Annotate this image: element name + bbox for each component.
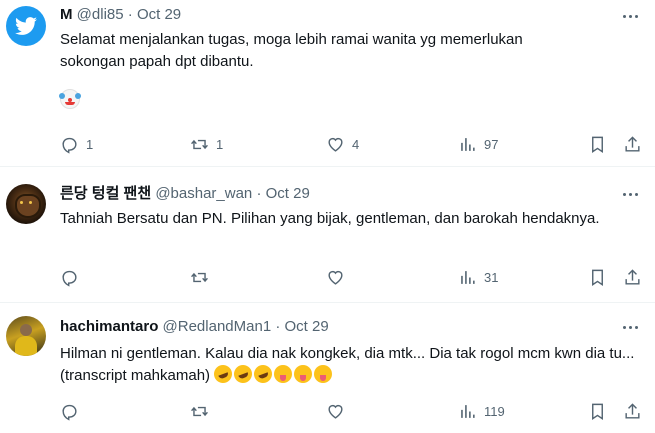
tweet-header: M @dli85 · Oct 29 <box>60 5 181 25</box>
retweet-icon <box>191 406 208 416</box>
tweet-actions: 119 <box>60 400 645 422</box>
tweet-2[interactable]: 른당 텅컬 팬챈 @bashar_wan · Oct 29 Tahniah Be… <box>0 167 655 302</box>
more-options-icon[interactable] <box>619 184 641 204</box>
tweet-actions: 1 1 4 97 <box>60 133 645 155</box>
rofl-emoji <box>211 362 235 386</box>
share-button[interactable] <box>623 266 642 288</box>
display-name[interactable]: 른당 텅컬 팬챈 <box>60 185 151 202</box>
bird-icon <box>15 17 37 35</box>
bookmark-button[interactable] <box>588 400 607 422</box>
retweet-button[interactable] <box>190 400 216 422</box>
reply-button[interactable] <box>60 266 86 288</box>
views-button[interactable]: 97 <box>458 133 498 155</box>
retweet-icon <box>191 139 208 149</box>
share-icon <box>625 402 640 419</box>
squinting-tongue-emoji <box>274 365 293 383</box>
bookmark-button[interactable] <box>588 133 607 155</box>
more-options-icon[interactable] <box>619 317 641 337</box>
more-options-icon[interactable] <box>619 6 641 26</box>
handle[interactable]: @bashar_wan <box>155 185 252 202</box>
like-button[interactable] <box>326 266 352 288</box>
heart-icon <box>328 270 343 285</box>
tweet-header: hachimantaro @RedlandMan1 · Oct 29 <box>60 317 329 337</box>
tweet-text: Tahniah Bersatu dan PN. Pilihan yang bij… <box>60 210 600 227</box>
tweet-text: Selamat menjalankan tugas, moga lebih ra… <box>59 29 635 111</box>
rofl-emoji <box>231 362 255 386</box>
timestamp[interactable]: Oct 29 <box>285 318 329 335</box>
rofl-emoji <box>251 362 275 386</box>
tweet-1[interactable]: M @dli85 · Oct 29 Selamat menjalankan tu… <box>0 0 655 162</box>
share-icon <box>625 135 640 152</box>
clown-face-emoji <box>59 89 81 109</box>
share-button[interactable] <box>623 400 642 422</box>
reply-icon <box>62 137 77 154</box>
handle[interactable]: @RedlandMan1 <box>163 318 272 335</box>
views-icon <box>461 137 475 151</box>
tweet-header: 른당 텅컬 팬챈 @bashar_wan · Oct 29 <box>60 184 310 204</box>
avatar[interactable] <box>6 184 46 224</box>
views-icon <box>461 404 475 418</box>
display-name[interactable]: M <box>60 6 73 23</box>
views-button[interactable]: 31 <box>458 266 498 288</box>
bookmark-button[interactable] <box>588 266 607 288</box>
retweet-icon <box>191 272 208 282</box>
timestamp[interactable]: Oct 29 <box>137 6 181 23</box>
reply-icon <box>62 404 77 421</box>
separator: · <box>275 318 281 335</box>
timestamp[interactable]: Oct 29 <box>266 185 310 202</box>
display-name[interactable]: hachimantaro <box>60 318 158 335</box>
bookmark-icon <box>592 136 603 153</box>
person-photo-icon <box>20 324 32 336</box>
share-button[interactable] <box>623 133 642 155</box>
like-button[interactable] <box>326 400 352 422</box>
bookmark-icon <box>592 269 603 286</box>
heart-icon <box>328 404 343 419</box>
views-button[interactable]: 119 <box>458 400 505 422</box>
views-icon <box>461 270 475 284</box>
tweet-3[interactable]: hachimantaro @RedlandMan1 · Oct 29 Hilma… <box>0 303 655 433</box>
handle[interactable]: @dli85 <box>77 6 124 23</box>
retweet-button[interactable] <box>190 266 216 288</box>
squinting-tongue-emoji <box>314 365 333 383</box>
tweet-text: Hilman ni gentleman. Kalau dia nak kongk… <box>60 345 635 386</box>
bookmark-icon <box>592 403 603 420</box>
reply-button[interactable]: 1 <box>60 133 93 155</box>
separator: · <box>256 185 262 202</box>
heart-icon <box>328 137 343 152</box>
like-button[interactable]: 4 <box>326 133 359 155</box>
avatar[interactable] <box>6 6 46 46</box>
separator: · <box>127 6 133 23</box>
avatar[interactable] <box>6 316 46 356</box>
tiger-face-icon <box>15 194 41 218</box>
reply-icon <box>62 270 77 287</box>
retweet-button[interactable]: 1 <box>190 133 223 155</box>
squinting-tongue-emoji <box>294 365 313 383</box>
share-icon <box>625 268 640 285</box>
reply-button[interactable] <box>60 400 86 422</box>
tweet-actions: 31 <box>60 266 645 288</box>
